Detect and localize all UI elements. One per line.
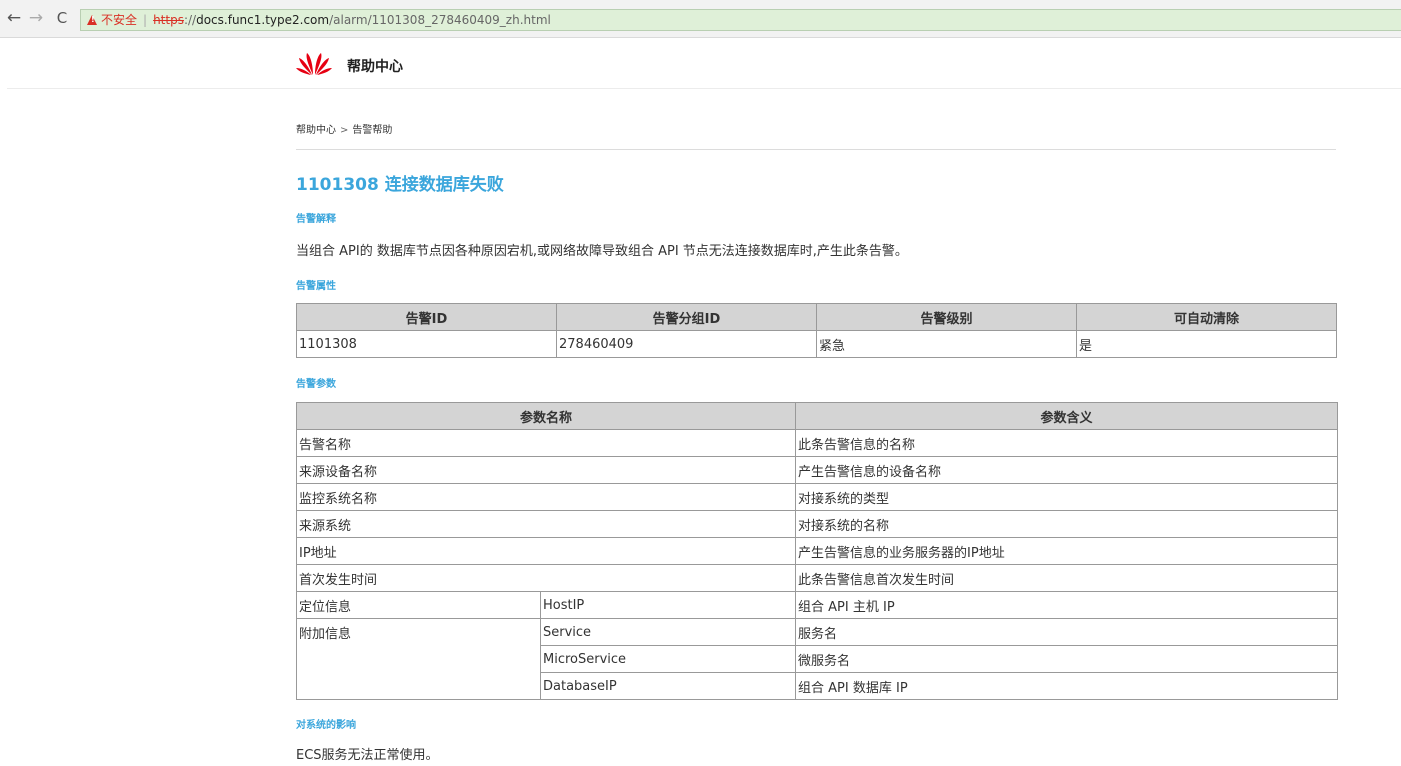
param-meaning-cell: 此条告警信息的名称: [795, 429, 1339, 457]
huawei-logo-icon[interactable]: [296, 52, 332, 76]
param-meaning-cell: 对接系统的类型: [795, 483, 1339, 511]
parameters-table: 参数名称 参数含义 告警名称 此条告警信息的名称 来源设备名称 产生告警信息的设…: [295, 402, 1339, 700]
reload-icon[interactable]: C: [52, 8, 72, 28]
table-row: 1101308 278460409 紧急 是: [296, 330, 1337, 358]
param-name-cell: 定位信息: [296, 591, 541, 619]
param-meaning-cell: 服务名: [795, 618, 1339, 646]
table-row: 定位信息 HostIP 组合 API 主机 IP: [296, 591, 1339, 619]
param-meaning-cell: 对接系统的名称: [795, 510, 1339, 538]
browser-toolbar: ← → C 不安全 | https://docs.func1.type2.com/a…: [0, 0, 1401, 38]
breadcrumb-home-link[interactable]: 帮助中心: [296, 125, 336, 136]
alarm-level-cell: 紧急: [816, 330, 1077, 358]
param-name-cell: 告警名称: [295, 429, 797, 457]
warning-icon: [87, 15, 97, 25]
breadcrumb: 帮助中心 > 告警帮助: [296, 121, 392, 136]
param-meaning-cell: 产生告警信息的业务服务器的IP地址: [795, 537, 1339, 565]
table-header-cell: 参数含义: [795, 402, 1339, 430]
url-path: /alarm/1101308_278460409_zh.html: [329, 13, 551, 27]
section-heading-impact: 对系统的影响: [296, 720, 356, 731]
breadcrumb-current-link[interactable]: 告警帮助: [352, 125, 392, 136]
param-meaning-cell: 微服务名: [795, 645, 1339, 673]
table-header-cell: 告警ID: [296, 303, 557, 331]
table-header-cell: 参数名称: [295, 402, 797, 430]
table-row: 来源设备名称 产生告警信息的设备名称: [295, 456, 1339, 484]
alarm-id-cell: 1101308: [296, 330, 557, 358]
security-label[interactable]: 不安全: [101, 13, 137, 27]
table-header-row: 告警ID 告警分组ID 告警级别 可自动清除: [296, 303, 1337, 331]
table-row: 来源系统 对接系统的名称: [295, 510, 1339, 538]
alarm-group-id-cell: 278460409: [556, 330, 817, 358]
param-name-cell: 监控系统名称: [295, 483, 797, 511]
back-arrow-icon[interactable]: ←: [4, 8, 24, 28]
param-sub-cell: Service: [539, 618, 797, 646]
address-bar[interactable]: 不安全 | https://docs.func1.type2.com/alarm/1…: [80, 9, 1401, 31]
url-scheme: https: [153, 13, 184, 27]
param-meaning-cell: 组合 API 主机 IP: [795, 591, 1339, 619]
site-title[interactable]: 帮助中心: [347, 56, 403, 76]
table-row: IP地址 产生告警信息的业务服务器的IP地址: [295, 537, 1339, 565]
param-meaning-cell: 此条告警信息首次发生时间: [795, 564, 1339, 592]
section-heading-attributes: 告警属性: [296, 281, 336, 292]
attributes-table: 告警ID 告警分组ID 告警级别 可自动清除 1101308 278460409…: [296, 303, 1337, 358]
address-separator: |: [143, 13, 148, 27]
auto-clear-cell: 是: [1076, 330, 1337, 358]
section-heading-parameters: 告警参数: [296, 379, 336, 390]
param-sub-cell: DatabaseIP: [539, 672, 797, 700]
forward-arrow-icon[interactable]: →: [26, 8, 46, 28]
param-name-cell: 来源设备名称: [295, 456, 797, 484]
param-name-cell: 来源系统: [295, 510, 797, 538]
param-name-cell: 附加信息: [296, 618, 541, 700]
table-header-row: 参数名称 参数含义: [295, 402, 1339, 430]
param-sub-cell: HostIP: [539, 591, 797, 619]
param-meaning-cell: 组合 API 数据库 IP: [795, 672, 1339, 700]
table-row: 告警名称 此条告警信息的名称: [295, 429, 1339, 457]
page-title: 1101308 连接数据库失败: [296, 175, 504, 195]
section-heading-explain: 告警解释: [296, 214, 336, 225]
impact-text: ECS服务无法正常使用。: [296, 748, 439, 763]
breadcrumb-arrow: >: [340, 125, 349, 136]
param-name-cell: IP地址: [295, 537, 797, 565]
param-name-cell: 首次发生时间: [295, 564, 797, 592]
param-sub-cell: MicroService: [539, 645, 797, 673]
table-header-cell: 可自动清除: [1076, 303, 1337, 331]
table-row: 附加信息 Service 服务名: [296, 618, 1339, 700]
divider: [296, 149, 1336, 150]
table-row: 监控系统名称 对接系统的类型: [295, 483, 1339, 511]
param-meaning-cell: 产生告警信息的设备名称: [795, 456, 1339, 484]
url-host: docs.func1.type2.com: [196, 13, 330, 27]
site-header: 帮助中心: [7, 38, 1401, 89]
table-header-cell: 告警级别: [816, 303, 1077, 331]
url-scheme-separator: ://: [183, 13, 197, 27]
table-header-cell: 告警分组ID: [556, 303, 817, 331]
table-row: 首次发生时间 此条告警信息首次发生时间: [295, 564, 1339, 592]
explain-text: 当组合 API的 数据库节点因各种原因宕机,或网络故障导致组合 API 节点无法…: [296, 244, 908, 259]
